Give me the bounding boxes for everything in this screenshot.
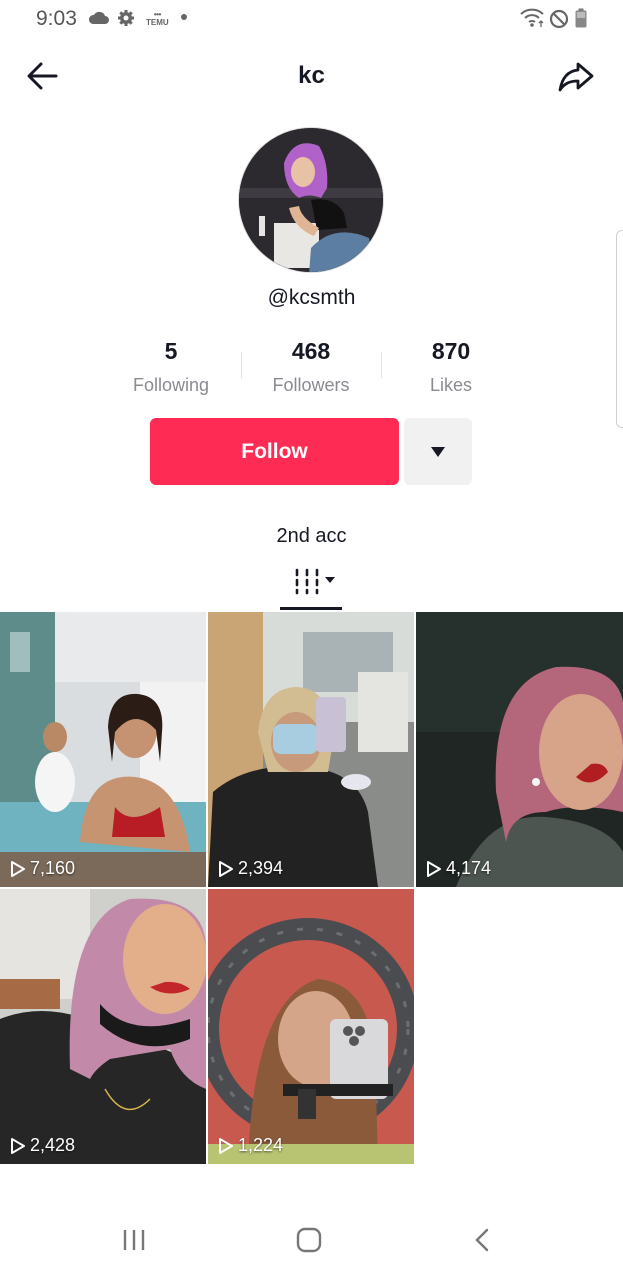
caret-down-icon	[431, 446, 445, 457]
view-count-text: 1,224	[238, 1135, 284, 1155]
follow-button[interactable]: Follow	[150, 418, 399, 485]
stat-value: 468	[291, 338, 331, 364]
video-tile[interactable]: 4,174	[416, 612, 623, 887]
status-time: 9:03	[36, 7, 77, 30]
view-count: 7,160	[10, 858, 75, 879]
home-icon	[296, 1227, 322, 1253]
share-arrow-icon	[558, 62, 594, 92]
wifi-icon	[520, 8, 544, 27]
temu-label: TEMU	[146, 18, 169, 27]
stat-followers[interactable]: 468 Followers	[241, 338, 381, 396]
video-tile[interactable]: 1,224	[208, 889, 414, 1164]
edge-panel-handle[interactable]	[616, 230, 623, 428]
profile-bio: 2nd acc	[276, 525, 347, 547]
view-count: 1,224	[218, 1135, 283, 1156]
home-button[interactable]	[295, 1227, 323, 1258]
system-nav-bar	[0, 1205, 623, 1280]
settings-gear-icon	[118, 10, 134, 26]
video-tile[interactable]: 7,160	[0, 612, 206, 887]
recent-apps-button[interactable]	[120, 1227, 148, 1258]
stat-likes[interactable]: 870 Likes	[381, 338, 521, 396]
grid-lines-icon	[295, 568, 335, 595]
stat-following[interactable]: 5 Following	[101, 338, 241, 396]
view-count-text: 4,174	[446, 858, 492, 878]
battery-icon	[575, 8, 587, 28]
temu-notification-icon: ••• TEMU	[146, 10, 169, 27]
video-thumbnail	[208, 612, 414, 887]
video-tile[interactable]: 2,394	[208, 612, 414, 887]
avatar-photo	[239, 128, 383, 272]
play-outline-icon	[219, 1137, 233, 1154]
play-outline-icon	[11, 1137, 25, 1154]
video-thumbnail	[416, 612, 623, 887]
profile-header: kc	[0, 48, 623, 104]
video-thumbnail	[208, 889, 414, 1164]
stat-label: Likes	[429, 375, 473, 395]
profile-avatar[interactable]	[238, 127, 384, 273]
tab-videos[interactable]	[280, 563, 342, 613]
notification-dot-icon	[181, 14, 187, 20]
view-count-text: 2,428	[30, 1135, 76, 1155]
video-tile[interactable]: 2,428	[0, 889, 206, 1164]
stat-label: Followers	[272, 375, 350, 395]
play-outline-icon	[11, 860, 25, 877]
profile-username: @kcsmth	[267, 286, 356, 309]
stat-value: 5	[164, 338, 178, 364]
suggested-accounts-button[interactable]	[404, 418, 472, 485]
view-count: 4,174	[426, 858, 491, 879]
view-count: 2,394	[218, 858, 283, 879]
chevron-left-icon	[475, 1228, 489, 1252]
page-title: kc	[298, 62, 325, 89]
view-count-text: 2,394	[238, 858, 284, 878]
play-outline-icon	[219, 860, 233, 877]
stat-label: Following	[132, 375, 210, 395]
status-bar: 9:03 ••• TEMU	[0, 0, 623, 40]
share-button[interactable]	[554, 56, 598, 96]
play-outline-icon	[427, 860, 441, 877]
recent-apps-icon	[123, 1230, 145, 1250]
video-thumbnail	[0, 612, 206, 887]
stat-value: 870	[431, 338, 471, 364]
do-not-disturb-icon	[549, 9, 569, 29]
view-count-text: 7,160	[30, 858, 76, 878]
tab-active-indicator	[280, 607, 342, 610]
system-back-button[interactable]	[472, 1227, 494, 1258]
video-thumbnail	[0, 889, 206, 1164]
view-count: 2,428	[10, 1135, 75, 1156]
cloud-icon	[88, 11, 109, 24]
